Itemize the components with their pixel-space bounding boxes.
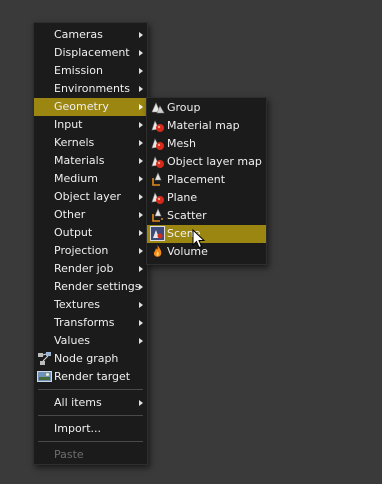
- menu-item-paste: Paste: [34, 446, 147, 464]
- mouse-cursor-icon: [192, 228, 206, 252]
- submenu-arrow-icon: [139, 122, 143, 128]
- submenu-item-plane[interactable]: Plane: [147, 189, 266, 207]
- menu-item-render-target[interactable]: Render target: [34, 368, 147, 386]
- menu-item-projection[interactable]: Projection: [34, 242, 147, 260]
- submenu-item-placement[interactable]: Placement: [147, 171, 266, 189]
- submenu-item-scene[interactable]: Scene: [147, 225, 266, 243]
- menu-item-emission[interactable]: Emission: [34, 62, 147, 80]
- menu-item-label: Emission: [54, 64, 103, 77]
- context-menu: Cameras Displacement Emission Environmen…: [33, 22, 148, 465]
- menu-item-label: Displacement: [54, 46, 130, 59]
- menu-item-label: Import...: [54, 422, 101, 435]
- menu-item-render-job[interactable]: Render job: [34, 260, 147, 278]
- submenu-arrow-icon: [139, 212, 143, 218]
- submenu-arrow-icon: [139, 284, 143, 290]
- submenu-arrow-icon: [139, 86, 143, 92]
- submenu-item-group[interactable]: Group: [147, 99, 266, 117]
- menu-item-label: Output: [54, 226, 93, 239]
- scatter-icon: [150, 208, 165, 223]
- menu-item-label: Transforms: [54, 316, 115, 329]
- menu-item-label: Values: [54, 334, 90, 347]
- placement-icon: [150, 172, 165, 187]
- node-graph-icon: [37, 351, 52, 366]
- submenu-arrow-icon: [139, 230, 143, 236]
- submenu-arrow-icon: [139, 302, 143, 308]
- menu-separator: [38, 389, 143, 390]
- submenu-arrow-icon: [139, 266, 143, 272]
- menu-item-label: Object layer map: [167, 155, 262, 168]
- menu-item-label: Input: [54, 118, 83, 131]
- group-icon: [150, 100, 165, 115]
- menu-separator: [38, 441, 143, 442]
- submenu-arrow-icon: [139, 140, 143, 146]
- submenu-arrow-icon: [139, 50, 143, 56]
- menu-item-label: Kernels: [54, 136, 95, 149]
- menu-item-environments[interactable]: Environments: [34, 80, 147, 98]
- menu-item-import[interactable]: Import...: [34, 420, 147, 438]
- menu-item-label: Render target: [54, 370, 131, 383]
- menu-item-materials[interactable]: Materials: [34, 152, 147, 170]
- submenu-arrow-icon: [139, 68, 143, 74]
- submenu-arrow-icon: [139, 338, 143, 344]
- scene-icon: [150, 226, 165, 241]
- submenu-arrow-icon: [139, 158, 143, 164]
- menu-item-label: Mesh: [167, 137, 196, 150]
- menu-item-output[interactable]: Output: [34, 224, 147, 242]
- submenu-arrow-icon: [139, 194, 143, 200]
- menu-item-kernels[interactable]: Kernels: [34, 134, 147, 152]
- menu-item-label: Geometry: [54, 100, 109, 113]
- menu-item-cameras[interactable]: Cameras: [34, 26, 147, 44]
- mesh-icon: [150, 136, 165, 151]
- menu-item-label: Paste: [54, 448, 84, 461]
- submenu-item-material-map[interactable]: Material map: [147, 117, 266, 135]
- menu-item-other[interactable]: Other: [34, 206, 147, 224]
- menu-item-label: All items: [54, 396, 102, 409]
- render-target-icon: [37, 369, 52, 384]
- menu-item-geometry[interactable]: Geometry: [34, 98, 147, 116]
- menu-item-medium[interactable]: Medium: [34, 170, 147, 188]
- menu-item-label: Render job: [54, 262, 114, 275]
- menu-item-input[interactable]: Input: [34, 116, 147, 134]
- menu-item-label: Plane: [167, 191, 198, 204]
- menu-item-values[interactable]: Values: [34, 332, 147, 350]
- menu-separator: [38, 415, 143, 416]
- menu-item-transforms[interactable]: Transforms: [34, 314, 147, 332]
- submenu-item-volume[interactable]: Volume: [147, 243, 266, 261]
- menu-item-label: Cameras: [54, 28, 103, 41]
- menu-item-label: Materials: [54, 154, 105, 167]
- menu-item-label: Placement: [167, 173, 226, 186]
- menu-item-label: Object layer: [54, 190, 121, 203]
- menu-item-render-settings[interactable]: Render settings: [34, 278, 147, 296]
- menu-item-label: Other: [54, 208, 86, 221]
- menu-item-node-graph[interactable]: Node graph: [34, 350, 147, 368]
- submenu-arrow-icon: [139, 320, 143, 326]
- menu-item-object-layer[interactable]: Object layer: [34, 188, 147, 206]
- menu-item-label: Scatter: [167, 209, 207, 222]
- menu-item-label: Render settings: [54, 280, 141, 293]
- menu-item-textures[interactable]: Textures: [34, 296, 147, 314]
- menu-item-label: Projection: [54, 244, 109, 257]
- submenu-arrow-icon: [139, 248, 143, 254]
- menu-item-label: Material map: [167, 119, 240, 132]
- submenu-arrow-icon: [139, 32, 143, 38]
- menu-item-displacement[interactable]: Displacement: [34, 44, 147, 62]
- menu-item-label: Medium: [54, 172, 98, 185]
- menu-item-label: Textures: [54, 298, 100, 311]
- material-map-icon: [150, 118, 165, 133]
- geometry-submenu: Group Material map Mesh Object layer map…: [146, 97, 267, 265]
- object-layer-map-icon: [150, 154, 165, 169]
- submenu-arrow-icon: [139, 104, 143, 110]
- menu-item-label: Node graph: [54, 352, 119, 365]
- submenu-arrow-icon: [139, 176, 143, 182]
- menu-item-label: Group: [167, 101, 201, 114]
- volume-icon: [150, 244, 165, 259]
- menu-item-label: Environments: [54, 82, 130, 95]
- plane-icon: [150, 190, 165, 205]
- submenu-item-object-layer-map[interactable]: Object layer map: [147, 153, 266, 171]
- submenu-item-mesh[interactable]: Mesh: [147, 135, 266, 153]
- menu-item-all-items[interactable]: All items: [34, 394, 147, 412]
- submenu-item-scatter[interactable]: Scatter: [147, 207, 266, 225]
- submenu-arrow-icon: [139, 400, 143, 406]
